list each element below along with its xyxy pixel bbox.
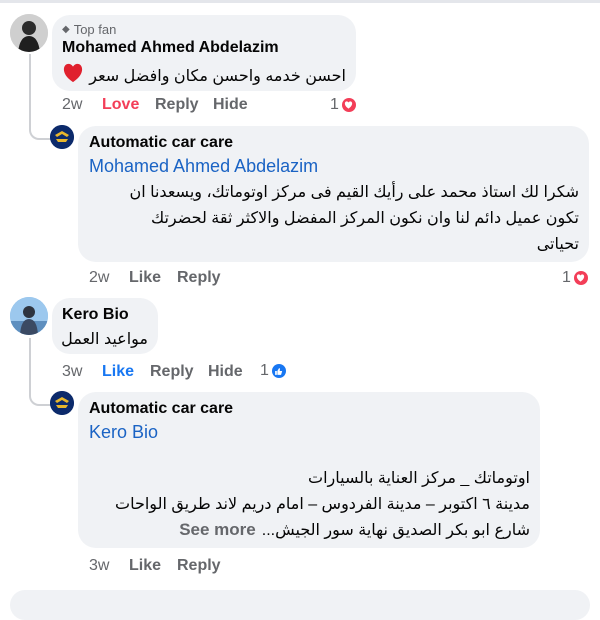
top-fan-badge: ◆ Top fan [62,22,117,37]
reply-time[interactable]: 3w [89,557,109,575]
reaction-count[interactable]: 1 [260,362,286,380]
comment-author[interactable]: Kero Bio [62,306,129,324]
reaction-count[interactable]: 1 [562,269,588,287]
comment-author[interactable]: Mohamed Ahmed Abdelazim [62,39,279,57]
red-heart-emoji-icon [62,63,84,88]
like-button[interactable]: Like [129,557,161,575]
reply-line-1: اوتوماتك _ مركز العناية بالسيارات [308,470,530,487]
like-reaction-icon [271,364,286,378]
reply-line-3: شارع ابو بكر الصديق نهاية سور الجيش... [261,522,530,539]
reply-button[interactable]: Reply [177,557,221,575]
reply-button[interactable]: Reply [150,363,194,381]
hide-button[interactable]: Hide [213,96,248,114]
reply-line-3-row: See more شارع ابو بكر الصديق نهاية سور ا… [179,520,530,540]
reply-author[interactable]: Automatic car care [89,134,233,152]
comment-text: احسن خدمه واحسن مكان وافضل سعر [89,67,346,85]
mention-link[interactable]: Mohamed Ahmed Abdelazim [89,156,318,177]
avatar-automatic-car-care[interactable] [50,125,74,149]
thread-connector [29,54,51,140]
reply-line-2: تكون عميل دائم لنا وان نكون المركز المفض… [150,210,579,227]
comment-time[interactable]: 2w [62,96,82,114]
reply-button[interactable]: Reply [177,269,221,287]
hide-button[interactable]: Hide [208,363,243,381]
comment-composer[interactable] [10,590,590,620]
avatar-mohamed[interactable] [10,14,48,52]
reply-button[interactable]: Reply [155,96,199,114]
reply-bubble-2: Automatic car care Kero Bio اوتوماتك _ م… [78,392,540,548]
avatar-photo [10,297,48,335]
comment-time[interactable]: 3w [62,363,82,381]
avatar-automatic-car-care[interactable] [50,391,74,415]
reply-line-1: شكرا لك استاذ محمد على رأيك القيم فى مرك… [129,184,579,201]
reaction-count[interactable]: 1 [330,96,356,114]
page-logo-icon [50,125,74,149]
love-reaction-icon [341,98,356,112]
page-logo-icon [50,391,74,415]
like-button[interactable]: Like [129,269,161,287]
avatar-photo [10,14,48,52]
like-button[interactable]: Like [102,363,134,381]
love-reaction-icon [573,271,588,285]
reply-author[interactable]: Automatic car care [89,400,233,418]
top-divider [0,0,600,3]
mention-link[interactable]: Kero Bio [89,422,158,443]
thread-connector [29,338,51,406]
avatar-kero-bio[interactable] [10,297,48,335]
reply-line-3: تحياتى [536,236,579,253]
reply-bubble-1: Automatic car care Mohamed Ahmed Abdelaz… [78,126,589,262]
diamond-icon: ◆ [62,24,70,35]
reply-line-2: مدينة ٦ اكتوبر – مدينة الفردوس – امام در… [115,496,530,513]
see-more-link[interactable]: See more [179,520,256,540]
comment-bubble-1: ◆ Top fan Mohamed Ahmed Abdelazim احسن خ… [52,15,356,91]
love-button[interactable]: Love [102,96,139,114]
comment-text-row: احسن خدمه واحسن مكان وافضل سعر [62,63,346,88]
comment-text: مواعيد العمل [61,331,148,348]
comment-bubble-2: Kero Bio مواعيد العمل [52,298,158,354]
reply-time[interactable]: 2w [89,269,109,287]
